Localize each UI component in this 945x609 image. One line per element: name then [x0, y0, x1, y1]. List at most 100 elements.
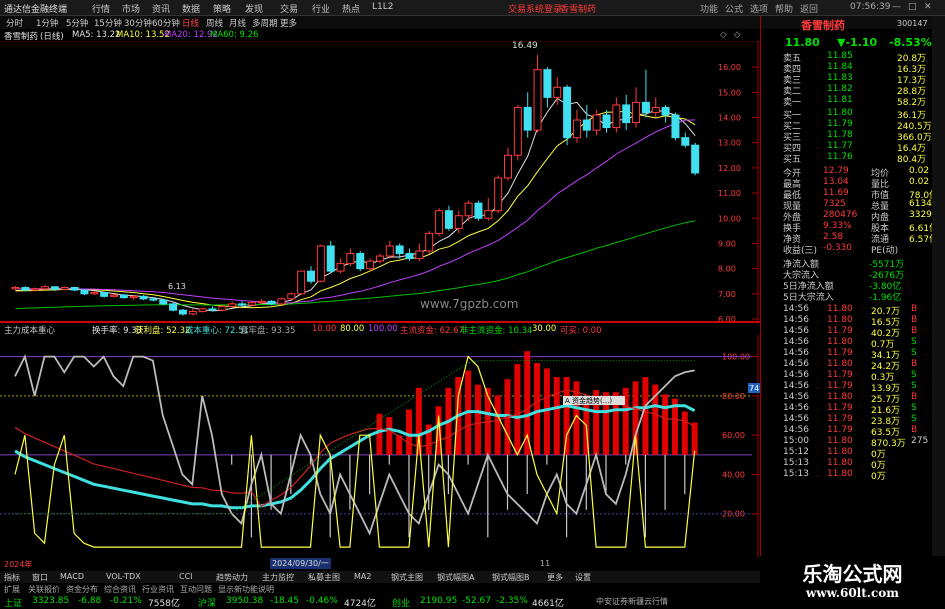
indicator-legend-item: 10.00	[312, 324, 337, 334]
tab-period[interactable]: 多周期	[252, 17, 278, 29]
tick-price: 11.80	[827, 469, 853, 479]
menu-item[interactable]: L1L2	[372, 2, 393, 12]
tab-period[interactable]: 更多	[280, 17, 297, 29]
tick-price: 11.80	[827, 447, 853, 457]
indicator-tab[interactable]: 窗口	[32, 572, 48, 583]
link-item[interactable]: 综合资讯	[104, 584, 136, 595]
indicator-tab[interactable]: 趋势动力	[216, 572, 248, 583]
mainstream-bar	[514, 364, 521, 455]
index-name[interactable]: 创业	[392, 596, 410, 609]
link-item[interactable]: 显示新功能说明	[218, 584, 274, 595]
indicator-tab[interactable]: 钢式幅图A	[437, 572, 474, 583]
candle-body	[178, 309, 187, 315]
close-icon[interactable]: ✕	[924, 2, 932, 12]
indicator-chart[interactable]: 100.0080.0060.0040.0020.00 74.96 A 资金趋势(…	[0, 335, 760, 557]
indicator-tab[interactable]: MA2	[354, 572, 371, 581]
window-menu-item[interactable]: 功能	[700, 2, 718, 15]
menu-item[interactable]: 发现	[245, 2, 263, 15]
link-item[interactable]: 扩展	[4, 584, 20, 595]
indicator-tab[interactable]: 私募主图	[308, 572, 340, 583]
indicator-tab[interactable]: 钢式幅图B	[492, 572, 530, 583]
window-menu-item[interactable]: 帮助	[775, 2, 793, 15]
mainstream-bar	[415, 387, 422, 455]
tab-period[interactable]: 周线	[206, 17, 223, 29]
indicator-legend: 主力成本重心 换手率: 9.33 获利盘: 52.32 成本重心: 72.51 套牢盘:…	[0, 323, 760, 336]
candle-body	[297, 270, 306, 295]
indicator-tab[interactable]: 主力监控	[262, 572, 294, 583]
price-tick-label: 7.00	[718, 290, 736, 299]
minimize-icon[interactable]: —	[892, 2, 901, 12]
link-item[interactable]: 互动问题	[180, 584, 212, 595]
tick-time: 14:56	[783, 414, 809, 424]
index-pct: -2.35%	[496, 596, 528, 606]
candle-body	[622, 104, 631, 124]
tick-time: 15:13	[783, 458, 809, 468]
tick-price: 11.79	[827, 326, 853, 336]
settings-icon[interactable]: ◇	[720, 30, 727, 40]
indicator-tab[interactable]: 更多	[547, 572, 563, 583]
mainstream-bar	[563, 377, 570, 455]
indicator-tab[interactable]: 指标	[4, 572, 20, 583]
side-toolbar[interactable]	[932, 16, 945, 581]
tab-period-active[interactable]: 日线	[182, 17, 199, 29]
profit-line	[14, 355, 696, 548]
clock: 07:56:39	[850, 2, 891, 12]
link-item[interactable]: 关联报价	[28, 584, 60, 595]
mainstream-bar	[376, 413, 383, 455]
indicator-tab[interactable]: 钢式主图	[391, 572, 423, 583]
link-item[interactable]: 行业资讯	[142, 584, 174, 595]
bid-price: 11.78	[827, 130, 853, 140]
indicator-tab[interactable]: CCI	[179, 572, 193, 581]
menu-item[interactable]: 热点	[342, 2, 360, 15]
flow-value: -1.96亿	[869, 293, 902, 303]
tick-time: 14:56	[783, 381, 809, 391]
maximize-icon[interactable]: □	[908, 2, 917, 12]
candle-body	[218, 305, 227, 311]
candle-body	[582, 119, 591, 131]
tab-period[interactable]: 60分钟	[152, 17, 180, 29]
index-name[interactable]: 沪深	[198, 596, 216, 609]
stat-value: 2.58	[823, 232, 844, 242]
tab-period[interactable]: 1分钟	[36, 17, 58, 29]
tab-period[interactable]: 30分钟	[124, 17, 152, 29]
candle-body	[553, 86, 562, 98]
menu-item[interactable]: 交易	[280, 2, 298, 15]
tick-time: 14:56	[783, 315, 809, 325]
window-menu-item[interactable]: 选项	[750, 2, 768, 15]
indicator-tab[interactable]: 设置	[575, 572, 591, 583]
candle-body	[641, 101, 650, 113]
candle-body	[70, 287, 79, 291]
indicator-tab[interactable]: VOL-TDX	[106, 572, 141, 581]
candlestick-chart[interactable]: 16.00 15.00 14.00 13.00 12.00 11.00 10.00 9.00 8…	[0, 41, 760, 321]
logo-text: 乐淘公式网	[802, 562, 903, 586]
price-tick-label: 14.00	[718, 114, 741, 123]
candle-body	[159, 299, 168, 305]
tab-period[interactable]: 5分钟	[66, 17, 88, 29]
link-item[interactable]: 资金分布	[66, 584, 98, 595]
tab-period[interactable]: 月线	[229, 17, 246, 29]
login-notice[interactable]: 交易系统登录	[508, 2, 562, 15]
tab-period[interactable]: 分时	[6, 17, 23, 29]
date-label: 2024年	[4, 560, 33, 569]
tick-side: S	[911, 337, 917, 347]
collapse-icon[interactable]: ◇	[734, 30, 741, 40]
index-name[interactable]: 上证	[4, 596, 22, 609]
window-menu-item[interactable]: 返回	[800, 2, 818, 15]
index-volume: 4661亿	[532, 599, 564, 609]
stock-notice[interactable]: 香雪制药	[560, 2, 596, 15]
ind-tick-label: 60.00	[722, 431, 745, 440]
menu-item[interactable]: 资讯	[152, 2, 170, 15]
window-menu-item[interactable]: 公式	[725, 2, 743, 15]
tick-price: 11.79	[827, 414, 853, 424]
indicator-tab[interactable]: MACD	[60, 572, 84, 581]
candle-body	[425, 232, 434, 252]
menu-item[interactable]: 市场	[122, 2, 140, 15]
tick-price: 11.79	[827, 381, 853, 391]
mainstream-bar	[386, 417, 393, 455]
menu-item[interactable]: 行业	[312, 2, 330, 15]
tab-period[interactable]: 15分钟	[94, 17, 122, 29]
candle-body	[385, 245, 394, 257]
menu-item[interactable]: 策略	[213, 2, 231, 15]
menu-item[interactable]: 数据	[182, 2, 200, 15]
menu-item[interactable]: 行情	[92, 2, 110, 15]
